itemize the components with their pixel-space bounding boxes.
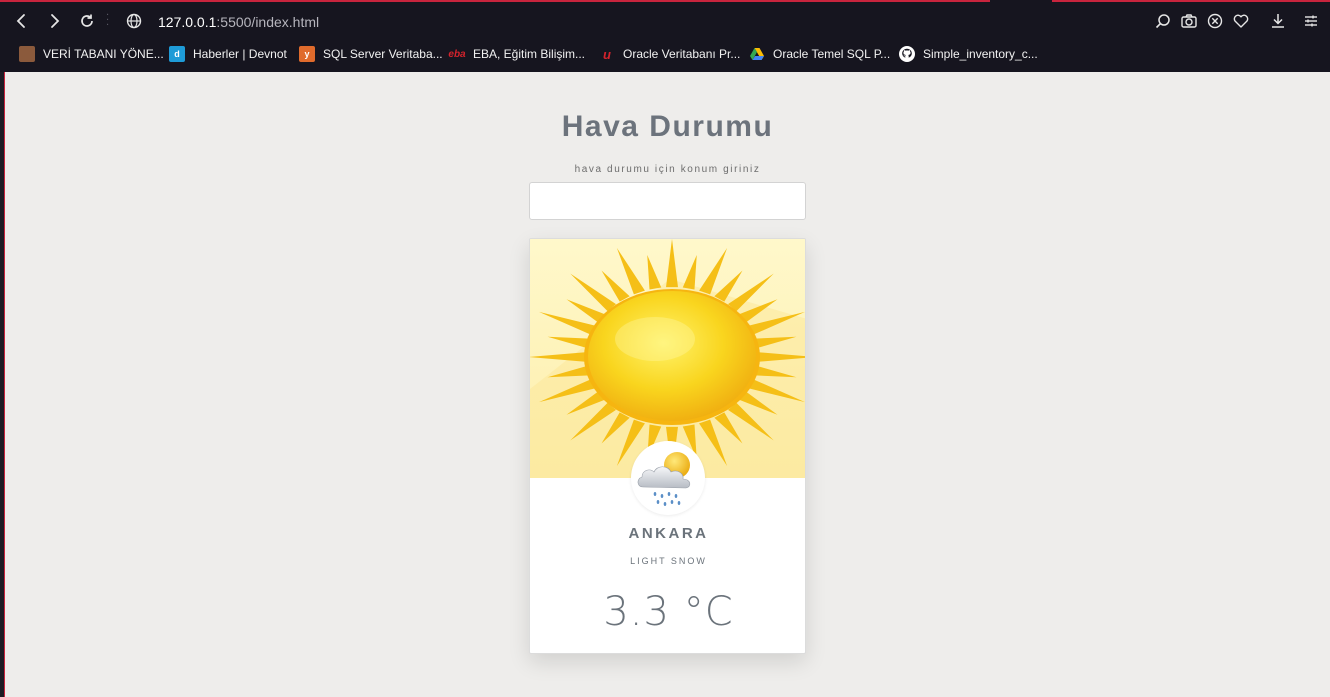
page-title: Hava Durumu	[561, 110, 774, 143]
page-content: Hava Durumu hava durumu için konum girin…	[5, 72, 1330, 697]
weather-condition-badge	[631, 441, 705, 515]
temperature-value: 3.3 °C	[603, 589, 734, 635]
reload-icon	[81, 14, 93, 27]
city-name: ANKARA	[628, 525, 709, 542]
devnot-icon: d	[169, 46, 185, 62]
bookmark-item[interactable]: VERİ TABANI YÖNE...	[19, 44, 164, 64]
bookmark-item[interactable]: Simple_inventory_c...	[899, 44, 1038, 64]
chevron-right-icon	[51, 14, 60, 28]
forward-button[interactable]	[41, 8, 67, 34]
site-info-button[interactable]	[121, 8, 147, 34]
browser-chrome: · · · 127.0.0.1:5500/index.html VERİ TABAN…	[0, 0, 1330, 72]
url-host: 127.0.0.1	[158, 14, 217, 30]
bookmark-item[interactable]: d Haberler | Devnot	[169, 44, 287, 64]
bookmark-item[interactable]: eba EBA, Eğitim Bilişim...	[448, 44, 586, 64]
snapshot-button[interactable]	[1176, 8, 1202, 34]
address-bar[interactable]: 127.0.0.1:5500/index.html	[158, 12, 319, 32]
globe-icon	[126, 13, 142, 29]
udemy-icon: u	[603, 46, 611, 62]
browser-toolbar: · · · 127.0.0.1:5500/index.html	[0, 4, 1330, 38]
download-icon	[1272, 14, 1284, 28]
database-book-icon	[19, 46, 35, 62]
url-path: :5500/index.html	[216, 14, 320, 30]
find-button[interactable]	[1150, 8, 1176, 34]
google-drive-icon	[749, 46, 765, 62]
chevron-left-icon	[16, 14, 25, 28]
back-button[interactable]	[9, 8, 35, 34]
bookmark-label: VERİ TABANI YÖNE...	[43, 47, 164, 61]
adblock-button[interactable]	[1202, 8, 1228, 34]
bookmark-label: Simple_inventory_c...	[923, 47, 1038, 61]
bookmark-label: SQL Server Veritaba...	[323, 47, 443, 61]
downloads-button[interactable]	[1265, 8, 1291, 34]
block-icon	[1207, 13, 1223, 29]
bookmark-label: EBA, Eğitim Bilişim...	[473, 47, 586, 61]
cloud-sun-rain-icon	[637, 452, 691, 506]
eba-icon: eba	[448, 48, 466, 60]
reload-button[interactable]	[74, 8, 100, 34]
favorites-button[interactable]	[1228, 8, 1254, 34]
toolbar-separator: · · ·	[106, 10, 110, 31]
tab-accent-line	[1052, 0, 1330, 2]
weather-card: ANKARA LIGHT SNOW 3.3 °C	[529, 238, 806, 654]
location-input[interactable]	[529, 182, 806, 220]
sliders-icon	[1305, 15, 1317, 27]
weather-description: LIGHT SNOW	[630, 556, 707, 566]
bookmarks-bar: VERİ TABANI YÖNE... d Haberler | Devnot …	[0, 40, 1330, 68]
bookmark-item[interactable]: y SQL Server Veritaba...	[299, 44, 443, 64]
search-hint: hava durumu için konum giriniz	[574, 164, 761, 175]
search-icon	[1155, 14, 1170, 29]
github-icon	[899, 46, 915, 62]
bookmark-label: Haberler | Devnot	[193, 47, 287, 61]
camera-icon	[1181, 14, 1197, 28]
heart-icon	[1233, 14, 1249, 28]
bookmark-item[interactable]: u Oracle Veritabanı Pr...	[599, 44, 740, 64]
easy-setup-button[interactable]	[1298, 8, 1324, 34]
bookmark-item[interactable]: Oracle Temel SQL P...	[749, 44, 890, 64]
bookmark-label: Oracle Temel SQL P...	[773, 47, 891, 61]
sql-server-icon: y	[299, 46, 315, 62]
tab-accent-line	[0, 0, 990, 2]
bookmark-label: Oracle Veritabanı Pr...	[623, 47, 741, 61]
